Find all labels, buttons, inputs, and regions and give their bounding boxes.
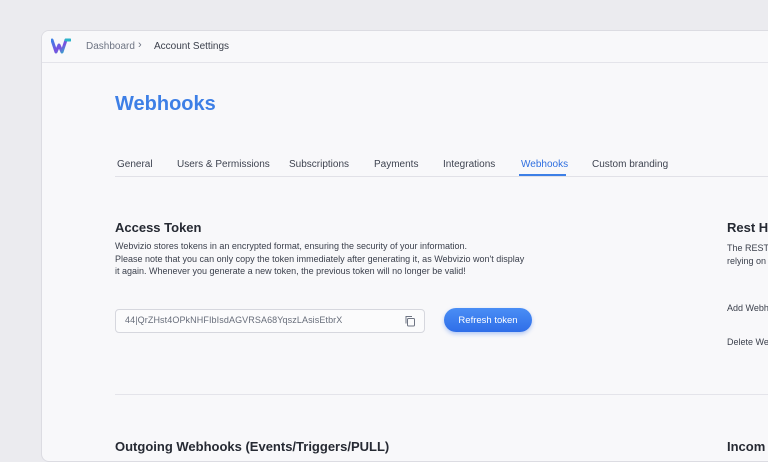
breadcrumb-separator-icon: › (138, 39, 142, 51)
page-title: Webhooks (115, 93, 216, 115)
tab-general[interactable]: General (117, 159, 153, 170)
tab-subscriptions[interactable]: Subscriptions (289, 159, 349, 170)
refresh-token-button[interactable]: Refresh token (444, 308, 532, 332)
webvizio-logo-icon[interactable] (51, 38, 71, 54)
copy-icon[interactable] (404, 315, 416, 327)
description-line: relying on (727, 255, 767, 266)
tab-payments[interactable]: Payments (374, 159, 418, 170)
tab-integrations[interactable]: Integrations (443, 159, 495, 170)
outgoing-webhooks-title: Outgoing Webhooks (Events/Triggers/PULL) (115, 439, 390, 454)
description-line: Please note that you can only copy the t… (115, 253, 525, 264)
breadcrumb-dashboard[interactable]: Dashboard (86, 41, 135, 52)
app-window: Dashboard › Account Settings Webhooks Ge… (41, 30, 768, 462)
tab-custom-branding[interactable]: Custom branding (592, 159, 668, 170)
token-value[interactable]: 44|QrZHst4OPkNHFIbIsdAGVRSA68YqszLAsisEt… (125, 315, 342, 325)
incoming-webhooks-title: Incom (727, 439, 766, 454)
description-line: Webvizio stores tokens in an encrypted f… (115, 241, 468, 251)
top-bar: Dashboard › Account Settings (42, 31, 768, 63)
description-line: it again. Whenever you generate a new to… (115, 266, 466, 276)
description-line: The REST (727, 243, 768, 253)
delete-webhook-label: Delete We (727, 337, 768, 347)
access-token-description: Webvizio stores tokens in an encrypted f… (115, 240, 555, 278)
active-tab-indicator (519, 174, 566, 176)
tab-users-permissions[interactable]: Users & Permissions (177, 159, 270, 170)
rest-hooks-title: Rest Ho (727, 220, 768, 235)
rest-hooks-description: The REST relying on (727, 242, 768, 267)
tab-webhooks[interactable]: Webhooks (521, 159, 568, 170)
settings-tabs: General Users & Permissions Subscription… (115, 155, 768, 177)
section-divider (115, 394, 768, 395)
breadcrumb-current: Account Settings (154, 41, 230, 52)
token-field[interactable]: 44|QrZHst4OPkNHFIbIsdAGVRSA68YqszLAsisEt… (115, 309, 425, 333)
add-webhook-label: Add Webh (727, 303, 768, 313)
access-token-title: Access Token (115, 220, 202, 235)
